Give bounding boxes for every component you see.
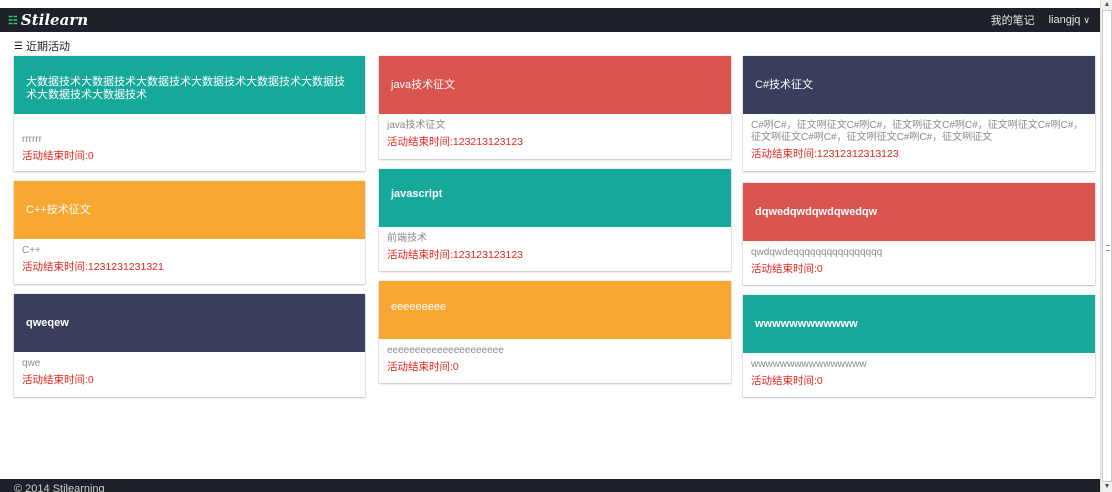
card-header[interactable]: 大数据技术大数据技术大数据技术大数据技术大数据技术大数据技术大数据技术大数据技术 bbox=[14, 56, 365, 114]
card-header[interactable]: C#技术征文 bbox=[743, 56, 1095, 114]
card-end-time: 活动结束时间:0 bbox=[22, 374, 94, 386]
scroll-down-arrow-icon[interactable]: ▼ bbox=[1101, 482, 1112, 492]
vertical-scrollbar[interactable]: ▲ ▼ bbox=[1100, 0, 1112, 492]
card-body: C++ 活动结束时间:1231231231321 bbox=[22, 245, 357, 274]
chevron-down-icon: ∨ bbox=[1083, 15, 1090, 25]
card-header[interactable]: C++技术征文 bbox=[14, 181, 365, 239]
section-header: ☰ 近期活动 bbox=[14, 38, 70, 54]
card-description: qwe bbox=[22, 358, 41, 369]
user-name: liangjq bbox=[1048, 14, 1081, 26]
user-menu[interactable]: liangjq ∨ bbox=[1049, 14, 1090, 26]
card-description: rrrrrr bbox=[22, 134, 42, 145]
activity-card[interactable]: wwwwwwwwwwww wwwwwwwwwwwwwwww 活动结束时间:0 bbox=[743, 295, 1095, 397]
card-end-time: 活动结束时间:0 bbox=[751, 263, 823, 275]
card-header[interactable]: java技术征文 bbox=[379, 56, 731, 114]
card-end-time: 活动结束时间:1231231231321 bbox=[22, 261, 164, 273]
scroll-up-arrow-icon[interactable]: ▲ bbox=[1101, 0, 1112, 10]
activity-card[interactable]: eeeeeeeee eeeeeeeeeeeeeeeeeeeee 活动结束时间:0 bbox=[379, 281, 731, 383]
card-description: wwwwwwwwwwwwwwww bbox=[751, 359, 867, 370]
brand-logo[interactable]: ☷ Stilearn bbox=[8, 8, 88, 32]
card-body: qwdqwdeqqqqqqqqqqqqqqqq 活动结束时间:0 bbox=[751, 247, 1087, 276]
card-end-time: 活动结束时间:123123123123 bbox=[387, 249, 523, 261]
activity-card[interactable]: java技术征文 java技术征文 活动结束时间:123213123123 bbox=[379, 56, 731, 159]
card-header[interactable]: qweqew bbox=[14, 294, 365, 352]
card-body: wwwwwwwwwwwwwwww 活动结束时间:0 bbox=[751, 359, 1087, 388]
card-header[interactable]: dqwedqwdqwdqwedqw bbox=[743, 183, 1095, 241]
footer-copyright: © 2014 Stilearning bbox=[14, 483, 105, 492]
top-navbar: ☷ Stilearn 我的笔记 liangjq ∨ bbox=[0, 8, 1100, 32]
rss-icon: ☰ bbox=[14, 40, 23, 52]
card-header[interactable]: eeeeeeeee bbox=[379, 281, 731, 339]
card-description: java技术征文 bbox=[387, 120, 446, 131]
activity-card[interactable]: C#技术征文 C#咧C#，征文咧征文C#咧C#，征文咧征文C#咧C#，征文咧征文… bbox=[743, 56, 1095, 171]
grid-logo-icon: ☷ bbox=[8, 13, 18, 27]
activity-card[interactable]: C++技术征文 C++ 活动结束时间:1231231231321 bbox=[14, 181, 365, 284]
card-end-time: 活动结束时间:0 bbox=[22, 150, 94, 162]
card-description: qwdqwdeqqqqqqqqqqqqqqqq bbox=[751, 247, 883, 258]
card-body: qwe 活动结束时间:0 bbox=[22, 358, 357, 387]
card-body: C#咧C#，征文咧征文C#咧C#，征文咧征文C#咧C#，征文咧征文C#咧C#，征… bbox=[751, 120, 1087, 161]
card-description: 前端技术 bbox=[387, 233, 427, 244]
card-end-time: 活动结束时间:123213123123 bbox=[387, 136, 523, 148]
card-description: C#咧C#，征文咧征文C#咧C#，征文咧征文C#咧C#，征文咧征文C#咧C#，征… bbox=[751, 120, 1084, 143]
card-description: C++ bbox=[22, 245, 41, 256]
card-body: rrrrrr 活动结束时间:0 bbox=[22, 134, 357, 163]
card-body: eeeeeeeeeeeeeeeeeeeee 活动结束时间:0 bbox=[387, 345, 723, 374]
brand-name: Stilearn bbox=[20, 11, 89, 29]
card-end-time: 活动结束时间:12312312313123 bbox=[751, 148, 899, 160]
card-end-time: 活动结束时间:0 bbox=[751, 375, 823, 387]
scrollbar-thumb[interactable] bbox=[1102, 10, 1112, 482]
navbar-right: 我的笔记 liangjq ∨ bbox=[991, 8, 1090, 32]
card-body: java技术征文 活动结束时间:123213123123 bbox=[387, 120, 723, 149]
activity-card[interactable]: 大数据技术大数据技术大数据技术大数据技术大数据技术大数据技术大数据技术大数据技术… bbox=[14, 56, 365, 171]
scrollbar-grip-icon bbox=[1106, 245, 1110, 251]
section-title: 近期活动 bbox=[25, 41, 70, 53]
card-body: 前端技术 活动结束时间:123123123123 bbox=[387, 233, 723, 262]
card-header[interactable]: wwwwwwwwwwww bbox=[743, 295, 1095, 353]
page-footer: © 2014 Stilearning bbox=[0, 479, 1100, 492]
card-header[interactable]: javascript bbox=[379, 169, 731, 227]
activity-card[interactable]: dqwedqwdqwdqwedqw qwdqwdeqqqqqqqqqqqqqqq… bbox=[743, 183, 1095, 285]
card-description: eeeeeeeeeeeeeeeeeeeee bbox=[387, 345, 504, 356]
activity-card[interactable]: javascript 前端技术 活动结束时间:123123123123 bbox=[379, 169, 731, 271]
my-notes-link[interactable]: 我的笔记 bbox=[991, 12, 1035, 28]
card-end-time: 活动结束时间:0 bbox=[387, 361, 459, 373]
activity-card[interactable]: qweqew qwe 活动结束时间:0 bbox=[14, 294, 365, 397]
